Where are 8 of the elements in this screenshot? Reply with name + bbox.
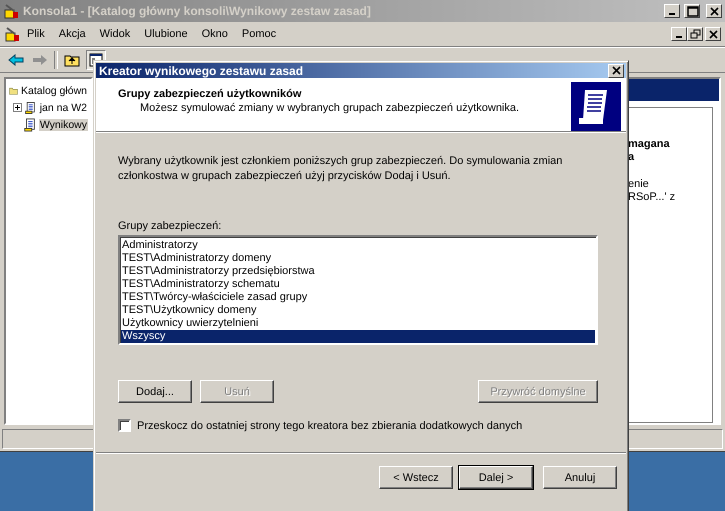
pane-text: enie	[628, 178, 649, 191]
list-label: Grupy zabezpieczeń:	[118, 220, 222, 232]
pane-text: RSoP...' z	[628, 191, 676, 204]
description: Wybrany użytkownik jest członkiem poniższych grup zabezpieczeń. Do symulowania zmian członkostwa w grupach zabezpieczeń użyj przycisków Dodaj i Usuń.	[118, 154, 564, 184]
wizard-heading: Grupy zabezpieczeń użytkowników	[118, 88, 302, 100]
dialog-title: Kreator wynikowego zestawu zasad	[99, 64, 304, 78]
pane-text: magana	[628, 138, 670, 151]
wizard-subheading: Możesz symulować zmiany w wybranych grupach zabezpieczeń użytkownika.	[139, 102, 520, 114]
